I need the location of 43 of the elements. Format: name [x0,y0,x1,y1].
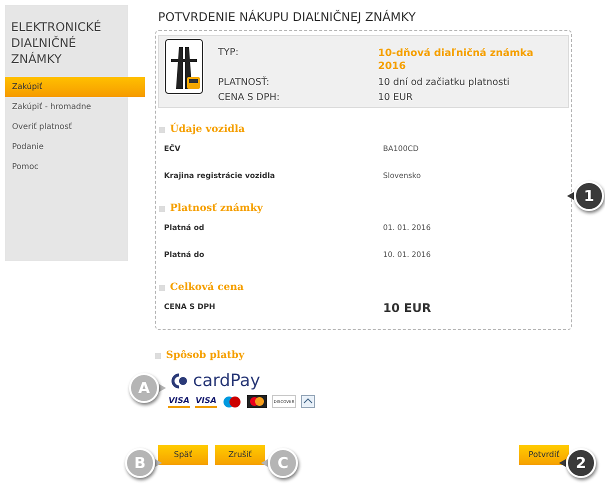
section-heading: Spôsob platby [166,349,244,363]
callout-marker: C [268,448,298,478]
nav-item[interactable]: Zakúpiť [5,77,145,97]
pointer-icon [559,459,566,467]
cardpay-logo-icon [170,373,190,389]
bullet-icon [159,284,165,290]
highway-car-icon [165,39,203,94]
cancel-button[interactable]: Zrušiť [215,445,265,465]
summary-label: PLATNOSŤ: [218,77,270,90]
card-logo-icon [301,395,315,408]
bullet-icon [155,352,161,358]
pointer-icon [155,459,162,467]
callout-marker: A [129,373,159,403]
callout-marker: B [125,448,155,478]
summary-value: 10 EUR [378,92,414,105]
summary-value: 10 dní od začiatku platnosti [378,77,511,90]
pointer-icon [567,192,574,200]
bullet-icon [159,206,165,212]
nav-item[interactable]: Pomoc [5,157,128,177]
summary-value: 10-dňová diaľničná známka 2016 [378,47,534,74]
callout-marker: 1 [574,181,604,211]
nav-item[interactable]: Overiť platnosť [5,117,128,137]
visa-card-logo: VISA [195,395,217,408]
cardpay-logo: cardPay [193,371,260,391]
summary-label: TYP: [218,47,240,60]
nav-item[interactable]: Podanie [5,137,128,157]
mastercard-logo-icon [247,395,267,408]
summary-label: CENA S DPH: [218,92,281,105]
callout-marker: 2 [566,448,596,478]
section-heading: Údaje vozidla [170,122,245,137]
page-title: POTVRDENIE NÁKUPU DIAĽNIČNEJ ZNÁMKY [158,10,417,24]
maestro-logo-icon [222,396,242,408]
field-value: 10 EUR [383,301,432,315]
sidebar-title: ELEKTRONICKÉ DIAĽNIČNÉ ZNÁMKY [10,18,102,68]
nav-item[interactable]: Zakúpiť - hromadne [5,97,128,117]
pointer-icon [159,384,166,392]
confirm-button[interactable]: Potvrdiť [519,445,569,465]
visa-card-logo: VISA [168,395,190,408]
section-heading: Platnosť známky [170,202,263,216]
pointer-icon [261,459,268,467]
back-button[interactable]: Späť [158,445,208,465]
section-heading: Celková cena [170,281,244,295]
bullet-icon [159,126,165,132]
